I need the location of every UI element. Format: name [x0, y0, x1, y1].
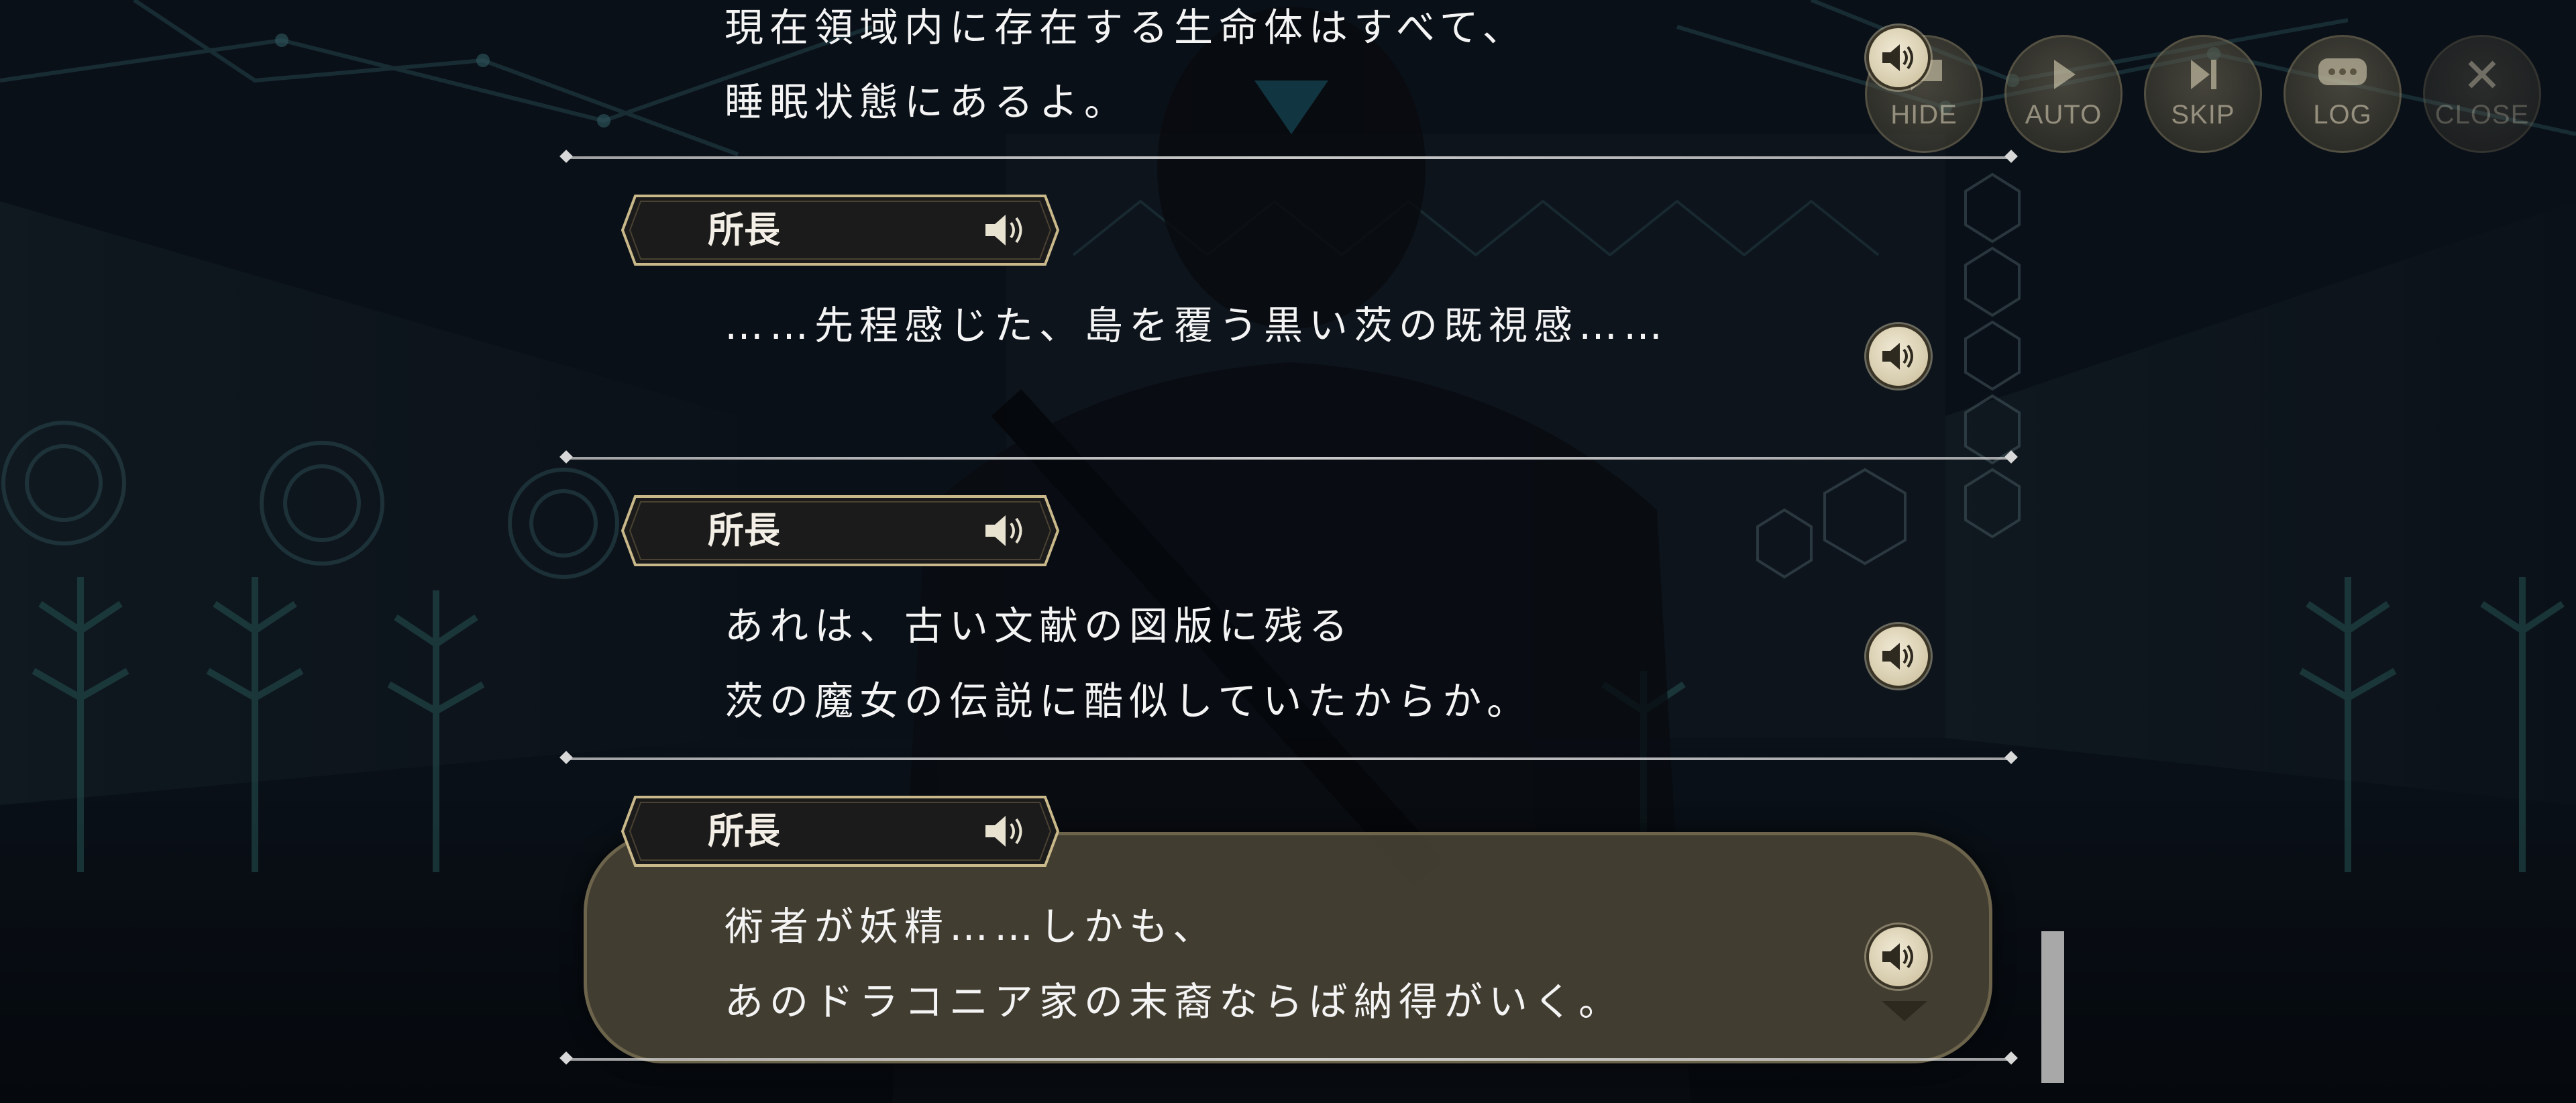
chat-bubble-icon	[2286, 54, 2400, 105]
speaker-nameplate: 所長	[621, 193, 1060, 267]
game-scene: HIDE AUTO SKIP LOG CLOSE 現在領域内に存在する生命体はす…	[0, 0, 2576, 1103]
log-separator	[566, 757, 2012, 760]
log-label: LOG	[2313, 100, 2372, 129]
log-separator	[566, 457, 2012, 460]
speaker-nameplate: 所長	[621, 794, 1060, 868]
speaker-icon	[1882, 343, 1913, 370]
hide-label: HIDE	[1890, 100, 1957, 129]
log-button[interactable]: LOG	[2284, 35, 2402, 153]
speaker-icon[interactable]	[983, 211, 1027, 250]
close-label: CLOSE	[2434, 100, 2530, 129]
close-button[interactable]: CLOSE	[2423, 35, 2541, 153]
speaker-icon	[1882, 44, 1913, 71]
skip-label: SKIP	[2171, 100, 2235, 129]
speaker-name: 所長	[708, 810, 780, 852]
speaker-icon	[1882, 643, 1913, 670]
scrollbar-thumb[interactable]	[2041, 931, 2064, 1083]
log-entry-2-line-0: あれは、古い文献の図版に残る	[724, 603, 1354, 649]
log-entry-3-line-0: 術者が妖精……しかも、	[724, 904, 1218, 949]
play-icon	[2006, 54, 2121, 105]
log-entry-2-line-1: 茨の魔女の伝説に酷似していたからか。	[724, 678, 1532, 724]
skip-button[interactable]: SKIP	[2144, 35, 2262, 153]
speaker-icon[interactable]	[983, 511, 1027, 550]
auto-label: AUTO	[2025, 100, 2102, 129]
log-scrollbar[interactable]	[2041, 931, 2064, 1083]
voice-play-button[interactable]	[1866, 25, 1931, 90]
voice-play-button[interactable]	[1866, 324, 1931, 388]
speaker-icon[interactable]	[983, 812, 1027, 851]
speaker-icon	[1882, 943, 1913, 970]
voice-play-button[interactable]	[1866, 624, 1931, 688]
next-indicator-icon	[1882, 1001, 1927, 1021]
speaker-nameplate: 所長	[621, 494, 1060, 568]
speaker-name: 所長	[708, 509, 780, 552]
log-entry-3-line-1: あのドラコニア家の末裔ならば納得がいく。	[724, 979, 1624, 1025]
log-entry-0-line-0: 現在領域内に存在する生命体はすべて、	[724, 5, 1527, 50]
log-entry-0-line-1: 睡眠状態にあるよ。	[724, 79, 1130, 125]
speaker-name: 所長	[708, 209, 780, 251]
auto-button[interactable]: AUTO	[2004, 35, 2123, 153]
log-separator	[566, 1058, 2012, 1061]
log-entry-1-line-0: ……先程感じた、島を覆う黒い茨の既視感……	[724, 303, 1669, 348]
log-separator	[566, 156, 2012, 159]
voice-play-button[interactable]	[1866, 925, 1931, 989]
skip-icon	[2146, 54, 2260, 105]
close-icon	[2425, 54, 2539, 105]
